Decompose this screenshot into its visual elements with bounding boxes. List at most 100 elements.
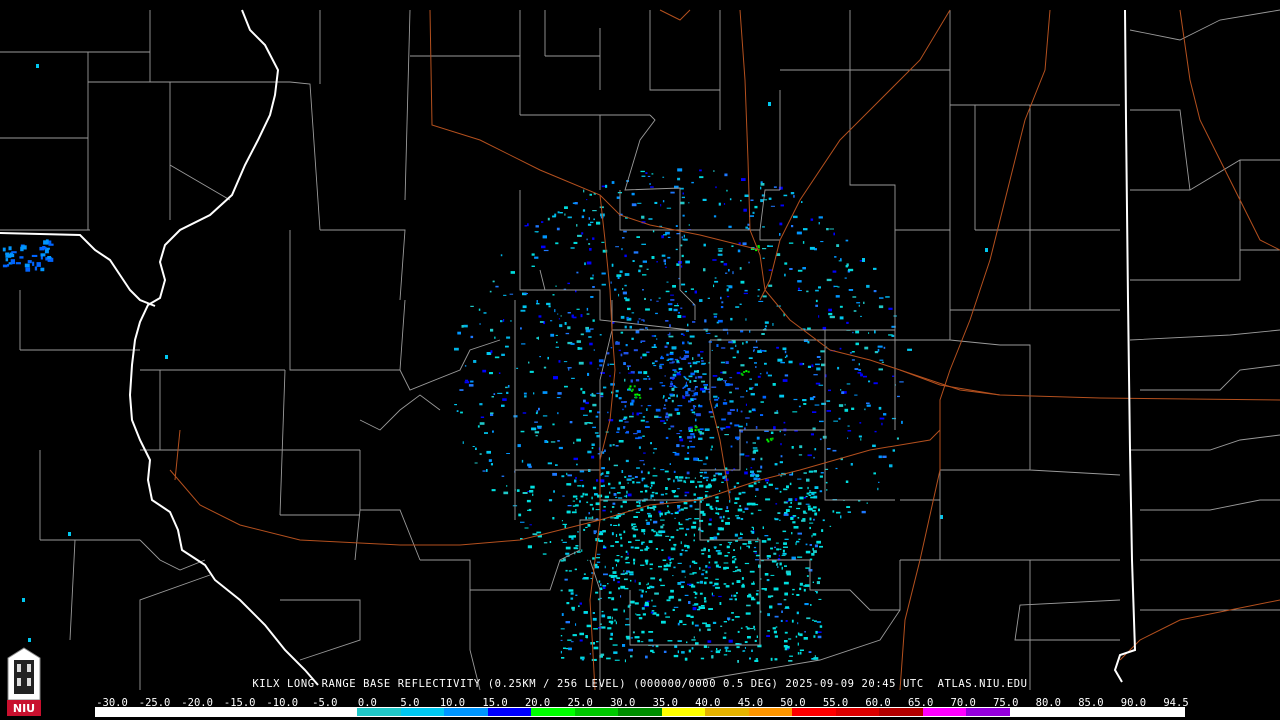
echo-pixel — [756, 475, 760, 477]
echo-pixel — [695, 642, 699, 645]
echo-pixel — [708, 561, 711, 564]
echo-pixel — [624, 405, 627, 408]
echo-pixel — [740, 546, 742, 550]
echo-pixel — [677, 650, 679, 654]
echo-pixel — [646, 521, 650, 525]
echo-pixel — [750, 393, 755, 396]
echo-pixel — [641, 319, 645, 321]
echo-pixel — [746, 604, 751, 607]
echo-pixel — [536, 337, 539, 339]
echo-pixel — [762, 295, 767, 298]
echo-pixel — [673, 495, 679, 498]
echo-pixel — [528, 508, 532, 512]
echo-pixel — [758, 300, 764, 302]
echo-pixel — [734, 598, 737, 601]
echo-pixel — [820, 350, 826, 353]
echo-pixel — [676, 433, 681, 435]
echo-pixel — [676, 412, 681, 415]
echo-pixel — [666, 353, 669, 356]
echo-pixel — [716, 496, 719, 499]
echo-pixel — [627, 552, 629, 556]
echo-pixel — [665, 616, 670, 618]
echo-pixel — [674, 358, 679, 361]
echo-pixel — [667, 303, 673, 306]
echo-pixel — [707, 297, 710, 299]
echo-pixel — [658, 297, 661, 299]
echo-pixel — [727, 517, 730, 520]
echo-pixel — [652, 645, 654, 647]
echo-pixel — [883, 413, 887, 416]
echo-pixel — [494, 356, 500, 359]
echo-pixel — [767, 613, 770, 617]
echo-pixel — [625, 618, 629, 620]
echo-pixel — [985, 248, 988, 252]
echo-pixel — [756, 601, 760, 605]
echo-pixel — [756, 590, 759, 592]
echo-pixel — [733, 594, 737, 597]
echo-pixel — [624, 325, 627, 329]
echo-pixel — [460, 411, 463, 414]
echo-pixel — [744, 471, 748, 475]
echo-pixel — [36, 64, 39, 68]
echo-pixel — [529, 490, 534, 493]
echo-pixel — [811, 364, 814, 368]
echo-pixel — [687, 436, 693, 439]
echo-pixel — [746, 422, 748, 426]
echo-pixel — [612, 502, 616, 505]
echo-pixel — [36, 262, 41, 267]
echo-pixel — [806, 290, 809, 293]
echo-pixel — [560, 635, 563, 637]
echo-pixel — [874, 330, 876, 334]
echo-pixel — [740, 430, 743, 433]
echo-pixel — [741, 577, 744, 580]
echo-pixel — [620, 595, 622, 598]
echo-pixel — [849, 352, 852, 354]
echo-pixel — [802, 241, 805, 244]
echo-pixel — [688, 375, 693, 378]
echo-pixel — [619, 270, 623, 273]
echo-pixel — [575, 290, 577, 293]
echo-pixel — [804, 603, 809, 606]
echo-pixel — [613, 608, 618, 611]
echo-pixel — [622, 288, 624, 290]
echo-pixel — [592, 319, 595, 322]
echo-pixel — [692, 321, 696, 323]
echo-pixel — [663, 422, 667, 424]
echo-pixel — [703, 645, 707, 648]
echo-pixel — [739, 505, 742, 508]
echo-pixel — [780, 204, 784, 207]
echo-pixel — [564, 525, 567, 529]
echo-pixel — [729, 391, 732, 394]
echo-pixel — [689, 335, 695, 338]
echo-pixel — [645, 562, 648, 565]
echo-pixel — [520, 327, 522, 330]
echo-pixel — [658, 534, 663, 537]
echo-pixel — [611, 532, 614, 536]
echo-pixel — [650, 649, 654, 653]
echo-pixel — [555, 346, 559, 348]
echo-pixel — [593, 532, 596, 535]
echo-pixel — [760, 414, 764, 416]
echo-pixel — [696, 581, 700, 584]
colorbar-swatch — [487, 708, 532, 716]
echo-pixel — [506, 485, 508, 487]
echo-pixel — [784, 434, 786, 436]
echo-pixel — [592, 237, 595, 240]
echo-pixel — [684, 576, 686, 578]
echo-pixel — [783, 194, 788, 197]
echo-pixel — [787, 648, 789, 651]
echo-pixel — [602, 585, 607, 587]
echo-pixel — [626, 490, 628, 494]
echo-pixel — [673, 654, 679, 658]
echo-pixel — [456, 410, 459, 412]
echo-pixel — [615, 246, 619, 248]
echo-pixel — [597, 368, 599, 370]
echo-pixel — [729, 422, 733, 425]
echo-pixel — [847, 425, 850, 427]
echo-pixel — [617, 492, 621, 494]
echo-pixel — [755, 426, 758, 429]
echo-pixel — [608, 419, 614, 422]
echo-pixel — [847, 430, 852, 432]
echo-pixel — [680, 541, 682, 545]
echo-pixel — [642, 274, 647, 276]
